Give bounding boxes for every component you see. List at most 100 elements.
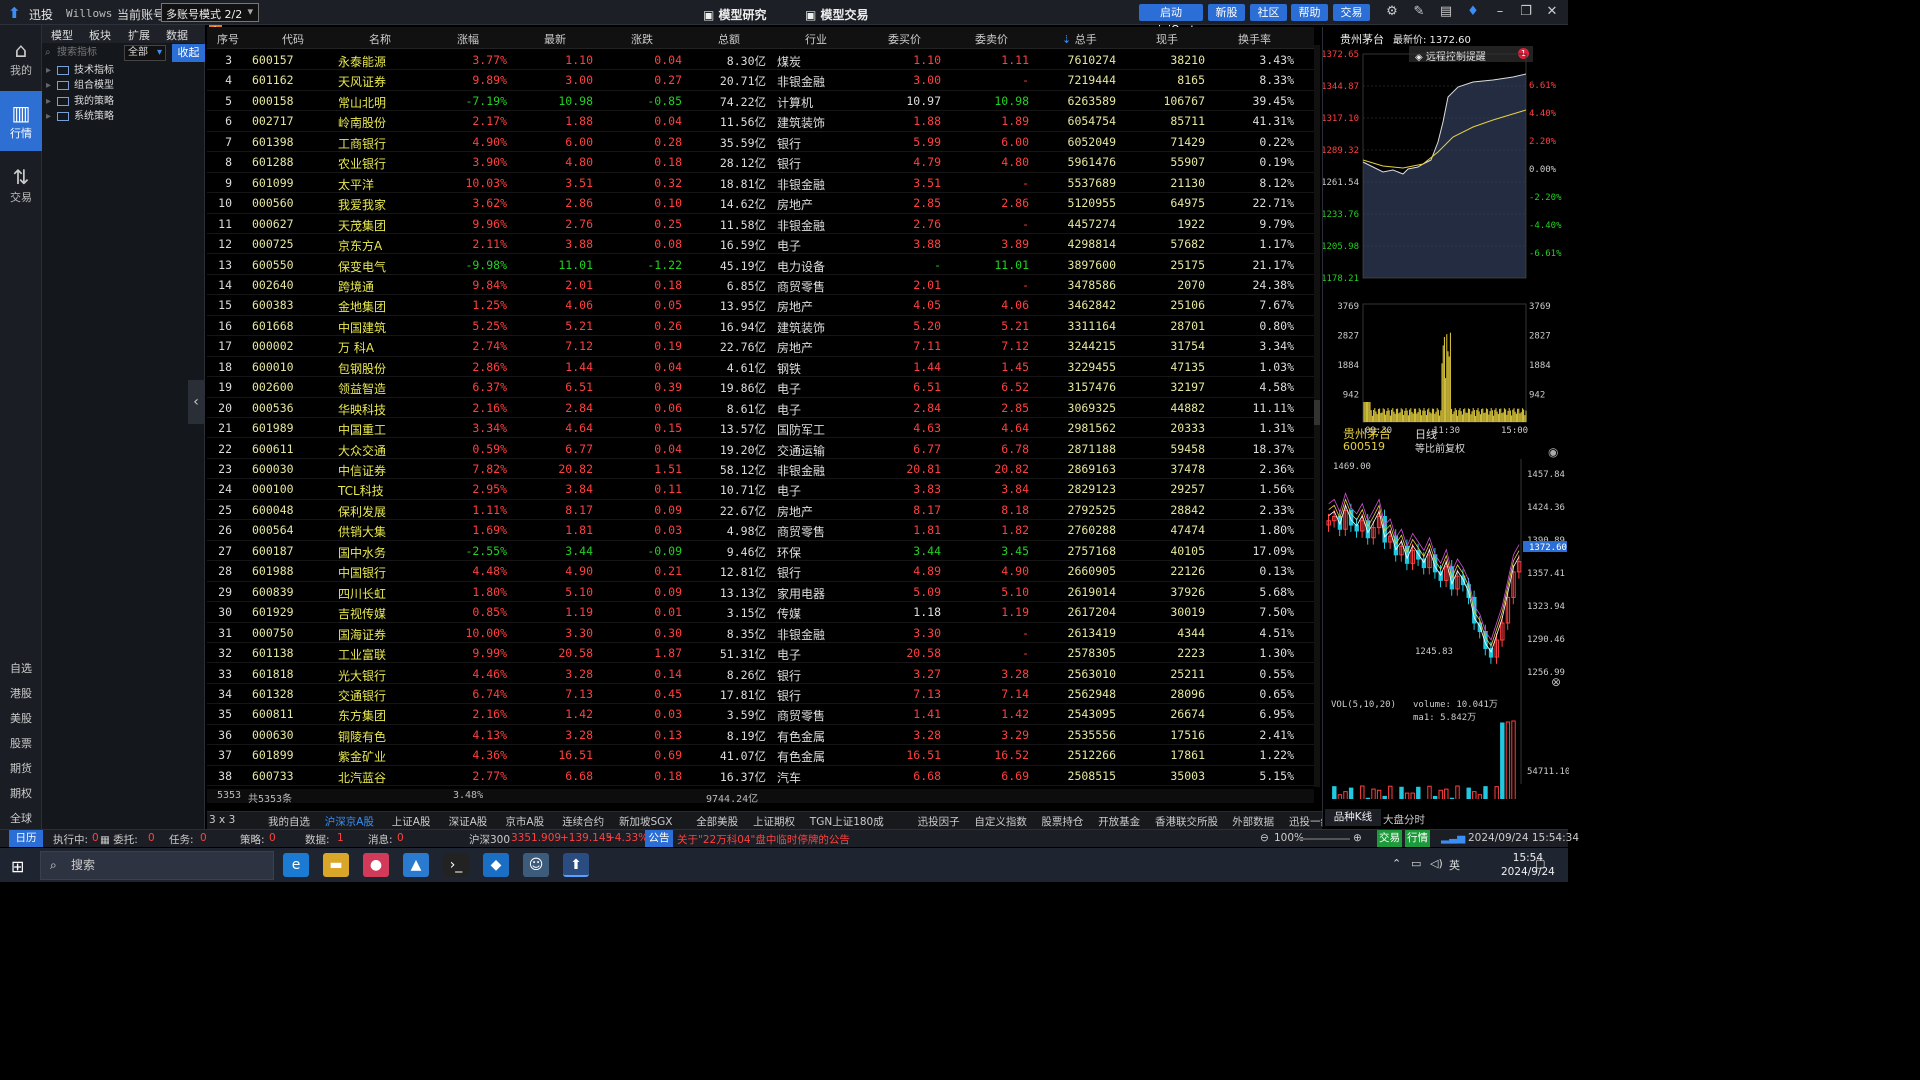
nav-futures[interactable]: 期货	[0, 757, 42, 781]
market-tab[interactable]: 连续合约	[562, 814, 604, 829]
table-row[interactable]: 7 601398 工商银行 4.90% 6.00 0.28 35.59亿 银行 5.99 6.00…	[207, 132, 1314, 153]
table-row[interactable]: 27 600187 国中水务 -2.55% 3.44 -0.09 9.46亿 环保 3.44 3.…	[207, 541, 1314, 562]
table-row[interactable]: 6 002717 岭南股份 2.17% 1.88 0.04 11.56亿 建筑装饰 1.88 1.…	[207, 111, 1314, 132]
network-icon[interactable]: ▭	[1411, 857, 1421, 870]
edge-browser-icon[interactable]: e	[283, 853, 309, 877]
collapse-button[interactable]: 收起	[172, 44, 205, 62]
tray-chevron-icon[interactable]: ⌃	[1392, 857, 1401, 870]
table-row[interactable]: 31 000750 国海证券 10.00% 3.30 0.30 8.35亿 非银金融 3.30 -…	[207, 623, 1314, 643]
notice-text[interactable]: 关于"22万科04"盘中临时停牌的公告	[677, 832, 850, 847]
table-row[interactable]: 25 600048 保利发展 1.11% 8.17 0.09 22.67亿 房地产 8.17 8.…	[207, 500, 1314, 521]
table-row[interactable]: 4 601162 天风证券 9.89% 3.00 0.27 20.71亿 非银金融 3.00 - 7…	[207, 70, 1314, 91]
trade-button[interactable]: 交易	[1333, 4, 1370, 21]
market-tab[interactable]: 股票持仓	[1041, 814, 1083, 829]
kline-nav-icon[interactable]: ◉	[1548, 445, 1558, 459]
tab-extend[interactable]: 扩展	[128, 27, 150, 43]
nav-global[interactable]: 全球	[0, 807, 42, 831]
market-tab[interactable]: 深证A股	[449, 814, 488, 829]
col-bid[interactable]: 委买价	[888, 31, 921, 47]
table-row[interactable]: 14 002640 跨境通 9.84% 2.01 0.18 6.85亿 商贸零售 2.01 - 34…	[207, 275, 1314, 296]
panel-toggle-chevron-icon[interactable]: ‹	[188, 380, 204, 424]
table-row[interactable]: 21 601989 中国重工 3.34% 4.64 0.15 13.57亿 国防军工 4.63 4…	[207, 418, 1314, 439]
terminal-icon[interactable]: ›_	[443, 853, 469, 877]
zoom-in-icon[interactable]: ⊕	[1353, 832, 1362, 844]
help-button[interactable]: 帮助	[1291, 4, 1328, 21]
market-tab[interactable]: 迅投因子	[918, 814, 960, 829]
table-row[interactable]: 5 000158 常山北明 -7.19% 10.98 -0.85 74.22亿 计算机 10.9…	[207, 91, 1314, 112]
market-tab[interactable]: 开放基金	[1098, 814, 1140, 829]
nav-mine[interactable]: ⌂ 我的	[0, 28, 42, 88]
taskbar-search-input[interactable]: ⌕ 搜索	[40, 851, 274, 880]
table-row[interactable]: 18 600010 包钢股份 2.86% 1.44 0.04 4.61亿 钢铁 1.44 1.45…	[207, 357, 1314, 378]
nav-market[interactable]: ▥ 行情	[0, 91, 42, 151]
close-volume-icon[interactable]: ⊗	[1551, 675, 1561, 689]
col-industry[interactable]: 行业	[805, 31, 827, 47]
edit-icon[interactable]: ✎	[1410, 4, 1428, 21]
nav-stocks[interactable]: 股票	[0, 732, 42, 756]
col-last[interactable]: 最新	[544, 31, 566, 47]
table-row[interactable]: 36 000630 铜陵有色 4.13% 3.28 0.13 8.19亿 有色金属 3.28 3.…	[207, 725, 1314, 746]
zoom-slider[interactable]	[1298, 838, 1350, 840]
file-explorer-icon[interactable]: ▬	[323, 853, 349, 877]
market-tab[interactable]: 3 x 3	[209, 814, 235, 826]
col-turnover[interactable]: 换手率	[1238, 31, 1271, 47]
table-row[interactable]: 30 601929 吉视传媒 0.85% 1.19 0.01 3.15亿 传媒 1.18 1.19…	[207, 602, 1314, 623]
tab-model[interactable]: 模型	[51, 27, 73, 43]
col-index[interactable]: 序号	[217, 31, 239, 47]
index-name[interactable]: 沪深300	[469, 832, 510, 847]
intraday-chart[interactable]: 1372.65 1344.87 1317.10 1289.32 1261.54 1233.…	[1323, 42, 1569, 438]
col-amount[interactable]: 总额	[718, 31, 740, 47]
table-row[interactable]: 34 601328 交通银行 6.74% 7.13 0.45 17.81亿 银行 7.13 7.1…	[207, 684, 1314, 705]
kline-chart[interactable]: 1457.841424.361390.891357.411323.941290.…	[1323, 459, 1569, 799]
table-row[interactable]: 9 601099 太平洋 10.03% 3.51 0.32 18.81亿 非银金融 3.51 - 5…	[207, 173, 1314, 194]
table-row[interactable]: 13 600550 保变电气 -9.98% 11.01 -1.22 45.19亿 电力设备 - 1…	[207, 255, 1314, 275]
market-tab[interactable]: 自定义指数	[974, 814, 1027, 829]
ime-indicator[interactable]: 英	[1449, 857, 1460, 873]
market-tab[interactable]: 我的自选	[268, 814, 310, 829]
table-row[interactable]: 29 600839 四川长虹 1.80% 5.10 0.09 13.13亿 家用电器 5.09 5…	[207, 582, 1314, 603]
table-row[interactable]: 38 600733 北汽蓝谷 2.77% 6.68 0.18 16.37亿 汽车 6.68 6.6…	[207, 766, 1314, 787]
table-row[interactable]: 35 600811 东方集团 2.16% 1.42 0.03 3.59亿 商贸零售 1.41 1.…	[207, 704, 1314, 725]
model-research-tab[interactable]: ▣ 模型研究	[703, 6, 767, 23]
tree-node-tech[interactable]: ▸ 技术指标	[46, 63, 114, 79]
community-button[interactable]: 社区	[1250, 4, 1287, 21]
new-stock-button[interactable]: 新股	[1208, 4, 1245, 21]
table-row[interactable]: 32 601138 工业富联 9.99% 20.58 1.87 51.31亿 电子 20.58 -…	[207, 643, 1314, 664]
close-icon[interactable]: ✕	[1543, 4, 1561, 21]
scrollbar-thumb[interactable]	[1314, 400, 1320, 425]
market-tab[interactable]: 全部美股	[696, 814, 738, 829]
trade-status[interactable]: 交易	[1377, 830, 1402, 847]
market-tab[interactable]: 外部数据	[1232, 814, 1274, 829]
nav-hk[interactable]: 港股	[0, 682, 42, 706]
tab-market-intraday[interactable]: 大盘分时	[1383, 812, 1425, 827]
indicator-search-input[interactable]: ⌕ 搜索指标	[42, 44, 124, 61]
xuntou-app-icon[interactable]: ⬆	[563, 853, 589, 877]
table-row[interactable]: 11 000627 天茂集团 9.96% 2.76 0.25 11.58亿 非银金融 2.76 -…	[207, 214, 1314, 234]
market-tab[interactable]: 上证A股	[392, 814, 431, 829]
zoom-out-icon[interactable]: ⊖	[1260, 832, 1269, 844]
nav-us[interactable]: 美股	[0, 707, 42, 731]
col-volume[interactable]: ⇣ 总手	[1062, 31, 1097, 47]
taskbar-clock[interactable]: 15:54 2024/9/24	[1501, 851, 1555, 879]
chat-app-icon[interactable]: ☺	[523, 853, 549, 877]
market-tab[interactable]: 京市A股	[505, 814, 544, 829]
nav-options[interactable]: 期权	[0, 782, 42, 806]
notification-icon[interactable]: ▢	[1535, 857, 1545, 870]
table-row[interactable]: 24 000100 TCL科技 2.95% 3.84 0.11 10.71亿 电子 3.83 3.…	[207, 479, 1314, 500]
table-row[interactable]: 37 601899 紫金矿业 4.36% 16.51 0.69 41.07亿 有色金属 16.5…	[207, 745, 1314, 766]
market-tab[interactable]: 上证期权	[753, 814, 795, 829]
col-ask[interactable]: 委卖价	[975, 31, 1008, 47]
media-app-icon[interactable]: ●	[363, 853, 389, 877]
table-row[interactable]: 3 600157 永泰能源 3.77% 1.10 0.04 8.30亿 煤炭 1.10 1.11 7…	[207, 50, 1314, 71]
windows-start-icon[interactable]: ⊞	[11, 857, 24, 876]
tree-node-mine[interactable]: ▸ 我的策略	[46, 94, 114, 110]
table-row[interactable]: 28 601988 中国银行 4.48% 4.90 0.21 12.81亿 银行 4.89 4.9…	[207, 561, 1314, 582]
table-row[interactable]: 26 000564 供销大集 1.69% 1.81 0.03 4.98亿 商贸零售 1.81 1.…	[207, 520, 1314, 541]
table-row[interactable]: 20 000536 华映科技 2.16% 2.84 0.06 8.61亿 电子 2.84 2.85…	[207, 398, 1314, 419]
model-trading-tab[interactable]: ▣ 模型交易	[805, 6, 869, 23]
col-code[interactable]: 代码	[282, 31, 304, 47]
tab-kline[interactable]: 品种K线	[1325, 809, 1381, 826]
layout-icon[interactable]: ▤	[1437, 4, 1455, 21]
table-row[interactable]: 22 600611 大众交通 0.59% 6.77 0.04 19.20亿 交通运输 6.77 6…	[207, 439, 1314, 459]
photos-app-icon[interactable]: ▲	[403, 853, 429, 877]
